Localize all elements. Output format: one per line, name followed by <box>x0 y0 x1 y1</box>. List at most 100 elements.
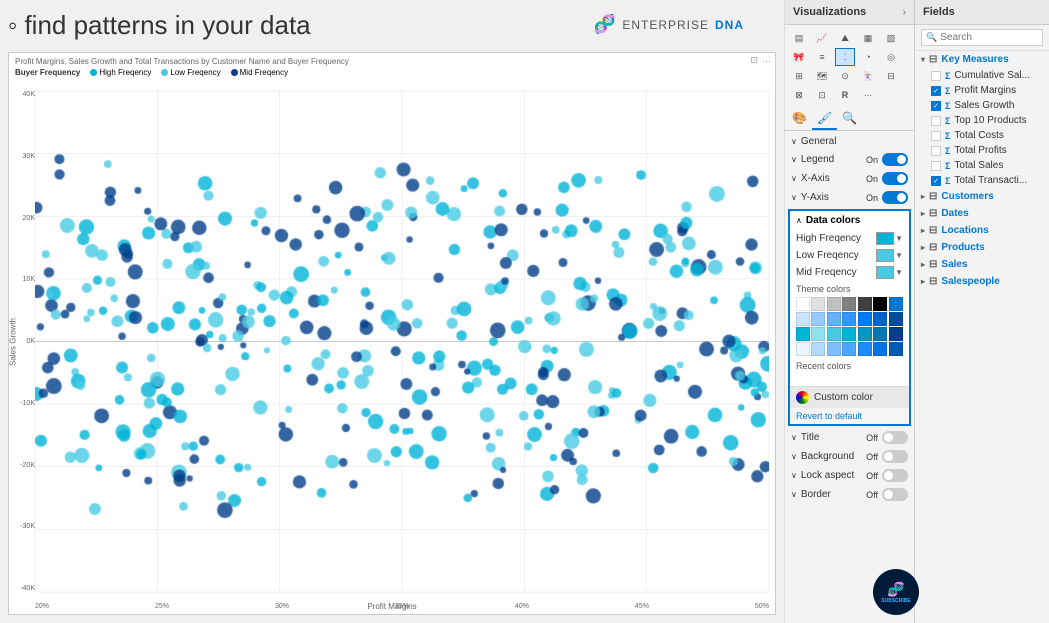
viz-icon-100-bar[interactable]: ▧ <box>881 29 901 47</box>
viz-icon-card[interactable]: 🃏 <box>858 67 878 85</box>
color-cell[interactable] <box>842 327 856 341</box>
lock-toggle[interactable] <box>882 469 908 482</box>
color-cell[interactable] <box>796 342 810 356</box>
field-item[interactable]: ✓ΣSales Growth <box>915 98 1049 113</box>
field-checkbox[interactable]: ✓ <box>931 176 941 186</box>
color-cell[interactable] <box>858 297 872 311</box>
section-yaxis[interactable]: ∨ Y-Axis On <box>785 188 914 207</box>
color-cell[interactable] <box>873 342 887 356</box>
more-icon[interactable]: ··· <box>762 56 771 66</box>
tab-format[interactable]: 🎨 <box>787 108 812 130</box>
color-cell[interactable] <box>796 327 810 341</box>
section-general[interactable]: ∨ General <box>785 133 914 150</box>
field-item[interactable]: ΣTotal Profits <box>915 143 1049 158</box>
color-cell[interactable] <box>796 297 810 311</box>
viz-icon-matrix[interactable]: ⊠ <box>789 86 809 104</box>
color-cell[interactable] <box>827 342 841 356</box>
color-cell[interactable] <box>811 327 825 341</box>
viz-icon-gauge[interactable]: ⊙ <box>835 67 855 85</box>
color-cell[interactable] <box>873 312 887 326</box>
viz-panel-arrow[interactable]: › <box>903 7 906 18</box>
section-background[interactable]: ∨ Background Off <box>785 447 914 466</box>
field-group-header[interactable]: ▸⊟Products <box>915 239 1049 256</box>
viz-icon-slicer[interactable]: ⊡ <box>812 86 832 104</box>
field-group-header[interactable]: ▸⊟Dates <box>915 205 1049 222</box>
color-cell[interactable] <box>827 312 841 326</box>
data-colors-header[interactable]: ∧ Data colors <box>790 211 909 230</box>
viz-icon-line[interactable]: 📈 <box>812 29 832 47</box>
viz-icon-r[interactable]: R <box>835 86 855 104</box>
viz-icon-scatter[interactable]: ⁚ <box>835 48 855 66</box>
viz-icon-waterfall[interactable]: ≡ <box>812 48 832 66</box>
field-checkbox[interactable] <box>931 161 941 171</box>
viz-icon-treemap[interactable]: ⊞ <box>789 67 809 85</box>
viz-icon-pie[interactable]: ◔ <box>858 48 878 66</box>
viz-icon-ribbon[interactable]: 🎀 <box>789 48 809 66</box>
field-item[interactable]: ✓ΣProfit Margins <box>915 83 1049 98</box>
color-cell[interactable] <box>889 312 903 326</box>
color-cell[interactable] <box>873 327 887 341</box>
field-checkbox[interactable] <box>931 146 941 156</box>
section-border[interactable]: ∨ Border Off <box>785 485 914 504</box>
subscribe-icon[interactable]: 🧬 SUBSCRIBE <box>873 569 919 615</box>
field-checkbox[interactable]: ✓ <box>931 86 941 96</box>
field-checkbox[interactable] <box>931 116 941 126</box>
fields-search-input[interactable] <box>940 32 1038 43</box>
field-group-header[interactable]: ▸⊟Locations <box>915 222 1049 239</box>
color-cell[interactable] <box>858 327 872 341</box>
viz-icon-donut[interactable]: ◎ <box>881 48 901 66</box>
color-cell[interactable] <box>889 297 903 311</box>
color-cell[interactable] <box>858 312 872 326</box>
color-cell[interactable] <box>889 342 903 356</box>
viz-icon-table[interactable]: ⊟ <box>881 67 901 85</box>
color-cell[interactable] <box>811 297 825 311</box>
color-cell[interactable] <box>811 342 825 356</box>
field-group-header[interactable]: ▸⊟Salespeople <box>915 273 1049 290</box>
high-freq-color-btn[interactable]: ▼ <box>876 232 903 245</box>
field-group-header[interactable]: ▾⊟Key Measures <box>915 51 1049 68</box>
border-toggle[interactable] <box>882 488 908 501</box>
section-lock-aspect[interactable]: ∨ Lock aspect Off <box>785 466 914 485</box>
field-group-header[interactable]: ▸⊟Customers <box>915 188 1049 205</box>
tab-format-active[interactable]: 🖌 <box>812 108 837 130</box>
yaxis-toggle[interactable] <box>882 191 908 204</box>
viz-icon-py[interactable]: ⋯ <box>858 86 878 104</box>
expand-icon[interactable]: ⊡ <box>750 55 758 66</box>
legend-toggle[interactable] <box>882 153 908 166</box>
color-cell[interactable] <box>873 297 887 311</box>
field-item[interactable]: ✓ΣTotal Transacti... <box>915 173 1049 188</box>
field-checkbox[interactable]: ✓ <box>931 101 941 111</box>
section-title[interactable]: ∨ Title Off <box>785 428 914 447</box>
color-cell[interactable] <box>796 312 810 326</box>
viz-icon-stacked-bar[interactable]: ▦ <box>858 29 878 47</box>
field-group-header[interactable]: ▸⊟Sales <box>915 256 1049 273</box>
tab-analytics[interactable]: 🔍 <box>837 108 862 130</box>
color-cell[interactable] <box>842 312 856 326</box>
viz-icon-map[interactable]: 🗺 <box>812 67 832 85</box>
revert-btn[interactable]: Revert to default <box>790 408 909 424</box>
field-item[interactable]: ΣTotal Sales <box>915 158 1049 173</box>
field-checkbox[interactable] <box>931 131 941 141</box>
color-cell[interactable] <box>842 342 856 356</box>
field-checkbox[interactable] <box>931 71 941 81</box>
custom-color-btn[interactable]: Custom color <box>790 386 909 408</box>
color-cell[interactable] <box>842 297 856 311</box>
color-cell[interactable] <box>811 312 825 326</box>
section-legend[interactable]: ∨ Legend On <box>785 150 914 169</box>
field-item[interactable]: ΣTotal Costs <box>915 128 1049 143</box>
viz-icon-bar[interactable]: ▤ <box>789 29 809 47</box>
chevron-xaxis: ∨ <box>791 174 797 183</box>
color-cell[interactable] <box>827 327 841 341</box>
field-item[interactable]: ΣTop 10 Products <box>915 113 1049 128</box>
background-toggle[interactable] <box>882 450 908 463</box>
color-cell[interactable] <box>827 297 841 311</box>
low-freq-color-btn[interactable]: ▼ <box>876 249 903 262</box>
color-cell[interactable] <box>858 342 872 356</box>
xaxis-toggle[interactable] <box>882 172 908 185</box>
mid-freq-color-btn[interactable]: ▼ <box>876 266 903 279</box>
color-cell[interactable] <box>889 327 903 341</box>
field-item[interactable]: ΣCumulative Sal... <box>915 68 1049 83</box>
section-xaxis[interactable]: ∨ X-Axis On <box>785 169 914 188</box>
title-toggle[interactable] <box>882 431 908 444</box>
viz-icon-area[interactable]: ⛰ <box>835 29 855 47</box>
